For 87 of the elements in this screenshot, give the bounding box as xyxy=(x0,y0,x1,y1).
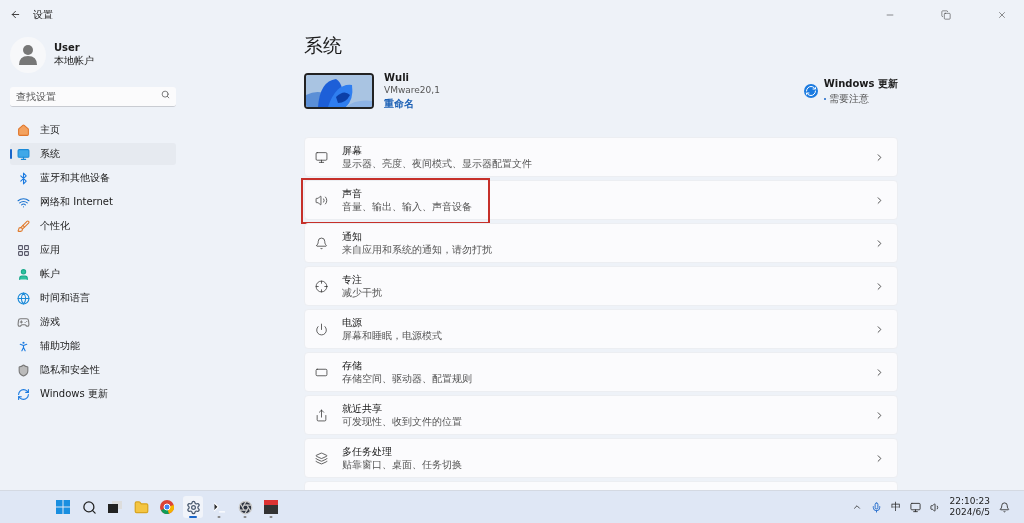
setting-title: 屏幕 xyxy=(342,144,363,157)
refresh-icon xyxy=(17,387,30,401)
setting-subtitle: 可发现性、收到文件的位置 xyxy=(342,415,463,428)
nav-item[interactable]: Windows 更新 xyxy=(10,383,176,405)
globe-icon xyxy=(17,291,30,305)
app-icon xyxy=(237,499,253,515)
app-icon xyxy=(264,500,278,514)
focus-icon xyxy=(315,279,328,293)
setting-card[interactable]: 屏幕 显示器、亮度、夜间模式、显示器配置文件 xyxy=(304,137,898,177)
nav-item[interactable]: 系统 xyxy=(10,143,176,165)
setting-title: 专注 xyxy=(342,273,363,286)
settings-icon xyxy=(185,499,201,515)
microphone-icon[interactable] xyxy=(870,501,882,513)
update-title: Windows 更新 xyxy=(823,76,898,91)
search-icon xyxy=(81,499,97,515)
folder-icon xyxy=(133,499,149,515)
person-icon xyxy=(19,45,37,65)
input-method[interactable]: 中 xyxy=(890,500,901,514)
setting-title: 声音 xyxy=(342,187,363,200)
nav-item[interactable]: 个性化 xyxy=(10,215,176,237)
setting-subtitle: 来自应用和系统的通知，请勿打扰 xyxy=(342,243,493,256)
share-icon xyxy=(315,408,328,422)
apps-icon xyxy=(17,243,30,257)
restore-icon[interactable] xyxy=(941,9,951,20)
terminal-icon xyxy=(211,499,227,515)
setting-title: 通知 xyxy=(342,230,363,243)
setting-subtitle: 屏幕和睡眠，电源模式 xyxy=(342,329,443,342)
update-status: 需要注意 xyxy=(828,91,869,106)
nav-item[interactable]: 网络和 Internet xyxy=(10,191,176,213)
nav-item[interactable]: 帐户 xyxy=(10,263,176,285)
setting-subtitle: 存储空间、驱动器、配置规则 xyxy=(342,372,473,385)
search-field[interactable]: 查找设置 xyxy=(10,87,176,107)
close-icon[interactable] xyxy=(997,9,1007,20)
monitor-icon xyxy=(17,147,30,161)
brush-icon xyxy=(17,219,30,233)
nav-item[interactable]: 隐私和安全性 xyxy=(10,359,176,381)
nav-item[interactable]: 主页 xyxy=(10,119,176,141)
gamepad-icon xyxy=(17,315,30,329)
power-icon xyxy=(315,322,328,336)
rename-link[interactable]: 重命名 xyxy=(384,96,440,111)
setting-subtitle: 显示器、亮度、夜间模式、显示器配置文件 xyxy=(342,157,533,170)
setting-card[interactable]: 专注 减少干扰 xyxy=(304,266,898,306)
setting-card[interactable]: 就近共享 可发现性、收到文件的位置 xyxy=(304,395,898,435)
bell-icon[interactable] xyxy=(999,501,1010,513)
refresh-icon xyxy=(803,84,818,98)
back-icon[interactable] xyxy=(10,9,21,20)
setting-title: 就近共享 xyxy=(342,402,383,415)
browser-icon xyxy=(160,500,174,514)
account-type: 本地帐户 xyxy=(54,54,94,68)
user-name: User xyxy=(54,42,81,53)
setting-card[interactable]: 电源 屏幕和睡眠，电源模式 xyxy=(304,309,898,349)
nav-item[interactable]: 蓝牙和其他设备 xyxy=(10,167,176,189)
speaker-icon[interactable] xyxy=(929,501,941,513)
monitor-icon xyxy=(315,150,328,164)
bluetooth-icon xyxy=(17,171,30,185)
nav-item[interactable]: 辅助功能 xyxy=(10,335,176,357)
setting-subtitle: 音量、输出、输入、声音设备 xyxy=(342,200,473,213)
task-view-icon xyxy=(108,501,122,513)
setting-card[interactable]: 存储 存储空间、驱动器、配置规则 xyxy=(304,352,898,392)
setting-title: 电源 xyxy=(342,316,363,329)
person-icon xyxy=(17,267,30,281)
search-icon xyxy=(161,90,170,99)
wifi-icon xyxy=(17,195,30,209)
window-title: 设置 xyxy=(33,7,53,22)
speaker-icon xyxy=(315,193,328,207)
device-name: Wuli xyxy=(384,71,410,83)
taskbar-app[interactable] xyxy=(183,496,203,518)
nav-item[interactable]: 应用 xyxy=(10,239,176,261)
setting-card[interactable]: 多任务处理 贴靠窗口、桌面、任务切换 xyxy=(304,438,898,478)
setting-card[interactable]: 通知 来自应用和系统的通知，请勿打扰 xyxy=(304,223,898,263)
setting-title: 存储 xyxy=(342,359,363,372)
setting-subtitle: 减少干扰 xyxy=(342,286,383,299)
clock-time: 22:10:23 xyxy=(949,496,990,507)
nav-item[interactable]: 游戏 xyxy=(10,311,176,333)
bell-icon xyxy=(315,236,328,250)
clock-date: 2024/6/5 xyxy=(949,507,990,518)
network-icon[interactable] xyxy=(909,501,921,513)
setting-title: 多任务处理 xyxy=(342,445,393,458)
person-icon xyxy=(17,339,30,353)
chevron-icon[interactable] xyxy=(851,502,862,512)
setting-subtitle: 贴靠窗口、桌面、任务切换 xyxy=(342,458,463,471)
page-title: 系统 xyxy=(304,33,343,57)
nav-item[interactable]: 时间和语言 xyxy=(10,287,176,309)
home-icon xyxy=(17,123,30,137)
start-icon xyxy=(56,500,70,514)
device-model: VMware20,1 xyxy=(384,84,440,95)
shield-icon xyxy=(17,363,30,377)
